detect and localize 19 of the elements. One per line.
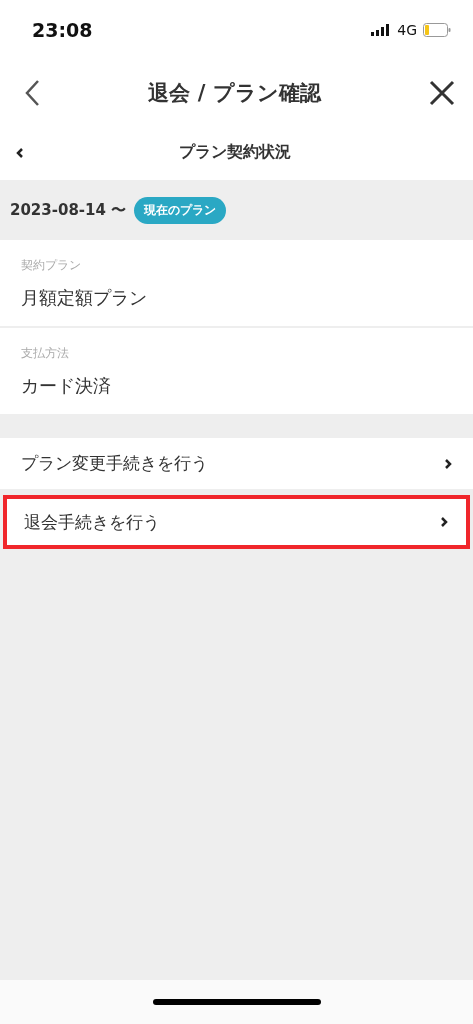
battery-icon bbox=[423, 23, 451, 37]
back-icon[interactable] bbox=[24, 78, 40, 107]
field-value: カード決済 bbox=[21, 373, 112, 398]
status-time: 23:08 bbox=[32, 19, 93, 41]
signal-icon bbox=[371, 24, 392, 36]
field-label: 支払方法 bbox=[21, 344, 70, 362]
field-value: 月額定額プラン bbox=[21, 285, 148, 310]
network-label: 4G bbox=[397, 22, 417, 38]
current-plan-badge: 現在のプラン bbox=[134, 196, 227, 224]
contract-date: 2023-08-14 〜 bbox=[10, 200, 127, 220]
chevron-icon bbox=[440, 516, 448, 528]
close-icon[interactable] bbox=[429, 79, 455, 106]
page-title: 退会 / プラン確認 bbox=[148, 79, 321, 107]
menu-row[interactable]: プラン変更手続きを行う bbox=[0, 438, 473, 489]
section-title: プラン契約状況 bbox=[177, 142, 292, 163]
back-icon[interactable] bbox=[16, 146, 24, 159]
field-label: 契約プラン bbox=[21, 256, 82, 274]
menu-row[interactable]: 退会手続きを行う bbox=[3, 495, 470, 549]
chevron-icon bbox=[444, 457, 452, 470]
